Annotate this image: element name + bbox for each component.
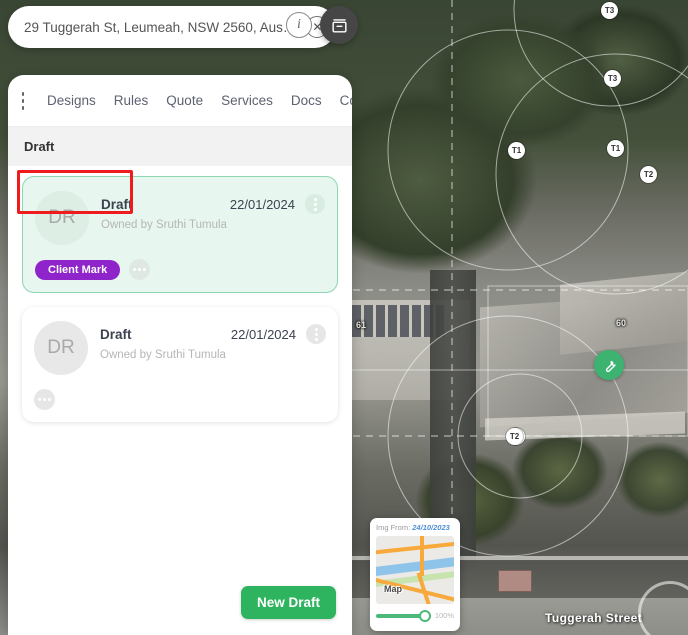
map-marker-t3-top[interactable]: T3 [601,2,618,19]
info-icon[interactable]: i [286,12,312,38]
map-parcel-number-61: 61 [356,320,367,330]
wrench-icon[interactable] [594,350,624,380]
card-owner: Owned by Sruthi Tumula [100,349,226,361]
slider-track[interactable] [376,609,431,622]
card-header: DR Draft 22/01/2024 Owned by Sruthi Tumu… [35,191,325,245]
card-title: Draft [100,326,132,342]
minimap-prefix: Img From: [376,523,411,532]
zoom-percent-label: 100% [434,611,454,620]
tab-quote[interactable]: Quote [157,93,212,108]
avatar: DR [35,191,89,245]
map-marker-t2[interactable]: T2 [640,166,657,183]
more-horizontal-icon[interactable] [34,389,55,410]
more-vertical-icon[interactable] [305,194,325,214]
map-marker-t1-center[interactable]: T1 [508,142,525,159]
card-footer [34,389,326,410]
draft-list: DR Draft 22/01/2024 Owned by Sruthi Tumu… [8,166,352,574]
table-row[interactable]: DR Draft 22/01/2024 Owned by Sruthi Tumu… [17,170,338,293]
table-row[interactable]: DR Draft 22/01/2024 Owned by Sruthi Tumu… [22,307,338,422]
top-action-buttons: i [286,6,358,44]
panel-tabbar: Designs Rules Quote Services Docs Contac… [8,75,352,127]
more-vertical-icon[interactable] [306,324,326,344]
minimap-widget: Img From: 24/10/2023 Map 100% [370,518,460,631]
minimap-date: 24/10/2023 [412,523,450,532]
card-footer: Client Mark [17,170,325,280]
tab-contact[interactable]: Contact [331,93,352,108]
card-body: Draft 22/01/2024 Owned by Sruthi Tumula [100,321,326,361]
tab-designs[interactable]: Designs [38,93,105,108]
slider-handle[interactable] [418,609,431,622]
status-badge[interactable]: Client Mark [35,259,121,280]
map-marker-t3[interactable]: T3 [604,70,621,87]
new-draft-button[interactable]: New Draft [240,586,336,619]
card-date: 22/01/2024 [230,326,296,342]
more-horizontal-icon[interactable] [129,259,151,280]
card-title-row: Draft 22/01/2024 [101,194,325,214]
map-building-60-rear [560,271,688,355]
zoom-slider[interactable]: 100% [376,609,454,622]
address-text: 29 Tuggerah St, Leumeah, NSW 2560, Aus… [24,19,297,35]
map-marker-t1-right[interactable]: T1 [607,140,624,157]
map-street-label: Tuggerah Street [545,611,643,625]
card-header: DR Draft 22/01/2024 Owned by Sruthi Tumu… [34,321,326,375]
map-parcel-number-60: 60 [616,318,627,328]
app-root: T3 T3 T1 T1 T1 T2 T2 61 60 Tuggerah Stre… [0,0,688,635]
section-header-draft: Draft [8,127,352,166]
card-owner: Owned by Sruthi Tumula [101,219,227,231]
map-shed [498,570,532,592]
tab-docs[interactable]: Docs [282,93,331,108]
card-body: Draft 22/01/2024 Owned by Sruthi Tumula [101,191,325,231]
minimap-imagery-date: Img From: 24/10/2023 [376,523,454,532]
card-title-row: Draft 22/01/2024 [100,324,326,344]
minimap-label: Map [384,584,402,594]
layers-icon[interactable] [22,91,24,110]
card-title: Draft [101,196,133,212]
tab-services[interactable]: Services [212,93,282,108]
designs-panel: Designs Rules Quote Services Docs Contac… [8,75,352,635]
minimap-preview[interactable]: Map [376,536,454,604]
map-marker-t2-lower[interactable]: T2 [506,428,523,445]
panel-footer: New Draft [8,574,352,635]
tab-rules[interactable]: Rules [105,93,158,108]
card-date: 22/01/2024 [229,196,295,212]
avatar: DR [34,321,88,375]
archive-icon[interactable] [320,6,358,44]
